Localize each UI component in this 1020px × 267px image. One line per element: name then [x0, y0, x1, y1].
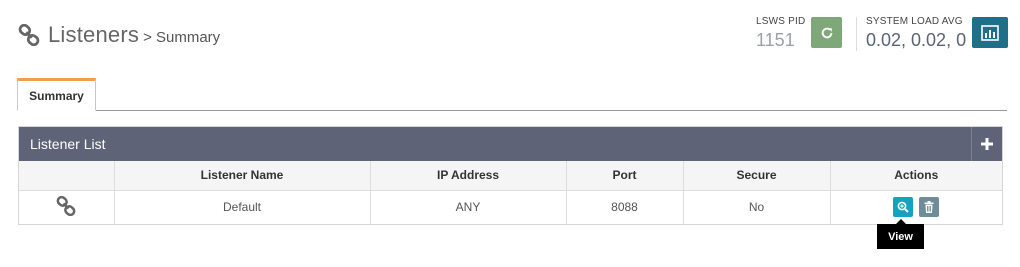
port-cell: 8088	[566, 190, 684, 224]
load-label: SYSTEM LOAD AVG	[866, 16, 963, 27]
listener-name-cell: Default	[114, 190, 371, 224]
ip-address-cell: ANY	[370, 190, 567, 224]
plus-icon	[981, 138, 993, 150]
refresh-icon	[821, 27, 832, 38]
bar-chart-icon	[981, 24, 999, 41]
column-header-ip-address[interactable]: IP Address	[370, 161, 567, 191]
load-stat: SYSTEM LOAD AVG 0.02, 0.02, 0	[866, 16, 966, 51]
page-title-group: Listeners > Summary	[18, 22, 220, 48]
view-button[interactable]	[893, 197, 914, 218]
page-header: Listeners > Summary LSWS PID 1151 SYSTEM…	[0, 0, 1020, 70]
table-header-row: Listener Name IP Address Port Secure Act…	[19, 161, 1002, 191]
link-icon	[56, 195, 76, 216]
link-icon	[18, 24, 40, 46]
zoom-in-icon	[897, 201, 909, 213]
column-header-icon	[19, 161, 115, 191]
secure-cell: No	[683, 190, 831, 224]
row-actions	[893, 197, 940, 218]
view-tooltip: View	[877, 224, 924, 249]
delete-button[interactable]	[919, 197, 940, 218]
pid-stat: LSWS PID 1151	[756, 16, 805, 51]
panel-title: Listener List	[30, 136, 106, 152]
listener-table: Listener Name IP Address Port Secure Act…	[19, 161, 1002, 224]
tab-bar: Summary	[17, 78, 1007, 111]
pid-value: 1151	[756, 30, 795, 50]
column-header-secure[interactable]: Secure	[683, 161, 831, 191]
actions-cell	[830, 190, 1002, 224]
pid-label: LSWS PID	[756, 16, 806, 27]
header-divider	[856, 17, 857, 51]
row-icon-cell	[19, 190, 115, 224]
table-row[interactable]: Default ANY 8088 No	[19, 190, 1002, 224]
page-title: Listeners	[48, 22, 140, 47]
breadcrumb: > Summary	[143, 29, 221, 46]
tab-summary[interactable]: Summary	[17, 78, 96, 111]
load-chart-button[interactable]	[972, 17, 1008, 48]
column-header-actions: Actions	[830, 161, 1002, 191]
column-header-listener-name[interactable]: Listener Name	[114, 161, 371, 191]
listener-list-panel: Listener List Listener Name IP Address P…	[18, 126, 1003, 225]
restart-button[interactable]	[811, 17, 842, 48]
trash-icon	[924, 201, 934, 214]
load-value: 0.02, 0.02, 0	[866, 30, 967, 50]
column-header-port[interactable]: Port	[566, 161, 684, 191]
panel-header: Listener List	[19, 127, 1002, 161]
add-listener-button[interactable]	[971, 127, 1002, 161]
